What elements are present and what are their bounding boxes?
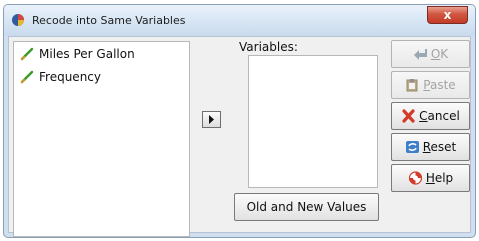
dialog-body: Miles Per Gallon Frequency Variables: Ol… <box>8 36 471 237</box>
ok-label: OK <box>431 47 448 61</box>
recode-dialog: Recode into Same Variables x Miles Per G… <box>3 4 476 238</box>
reset-arrows-icon <box>405 141 419 153</box>
clipboard-icon <box>406 79 418 92</box>
help-mnemonic: H <box>425 171 435 185</box>
scale-ruler-icon <box>20 47 34 61</box>
close-icon: x <box>443 8 452 22</box>
help-button[interactable]: Help <box>391 164 470 192</box>
ok-mnemonic: O <box>430 47 441 61</box>
help-label-rest: elp <box>434 171 454 185</box>
variables-label: Variables: <box>239 40 298 54</box>
window-title: Recode into Same Variables <box>32 14 186 27</box>
reset-label: Reset <box>423 140 457 154</box>
variable-label: Miles Per Gallon <box>39 47 135 61</box>
old-and-new-values-button[interactable]: Old and New Values <box>234 193 379 221</box>
paste-label: Paste <box>423 78 455 92</box>
cancel-mnemonic: C <box>419 109 428 123</box>
ok-label-rest: K <box>440 47 449 61</box>
help-label: Help <box>426 171 453 185</box>
cancel-label-rest: ancel <box>427 109 460 123</box>
title-bar[interactable]: Recode into Same Variables x <box>4 5 475 36</box>
move-variable-button[interactable] <box>202 111 221 128</box>
ok-button[interactable]: OK <box>391 40 470 68</box>
target-variables-list[interactable] <box>248 55 378 188</box>
cancel-x-icon <box>402 109 415 123</box>
list-item-miles-per-gallon[interactable]: Miles Per Gallon <box>20 45 135 63</box>
reset-label-rest: eset <box>430 140 457 154</box>
paste-label-rest: aste <box>430 78 456 92</box>
variable-label: Frequency <box>39 70 101 84</box>
cancel-label: Cancel <box>419 109 460 123</box>
source-variable-list[interactable]: Miles Per Gallon Frequency <box>13 41 190 237</box>
list-item-frequency[interactable]: Frequency <box>20 68 101 86</box>
arrow-right-icon <box>209 115 214 124</box>
paste-mnemonic: P <box>423 78 430 92</box>
reset-button[interactable]: Reset <box>391 133 470 161</box>
lifebuoy-icon <box>408 171 422 185</box>
scale-ruler-icon <box>20 70 34 84</box>
paste-button[interactable]: Paste <box>391 71 470 99</box>
reset-mnemonic: R <box>422 140 431 154</box>
close-button[interactable]: x <box>427 6 468 24</box>
spss-app-icon <box>12 14 24 26</box>
cancel-button[interactable]: Cancel <box>391 102 470 130</box>
ok-arrow-icon <box>413 49 427 60</box>
